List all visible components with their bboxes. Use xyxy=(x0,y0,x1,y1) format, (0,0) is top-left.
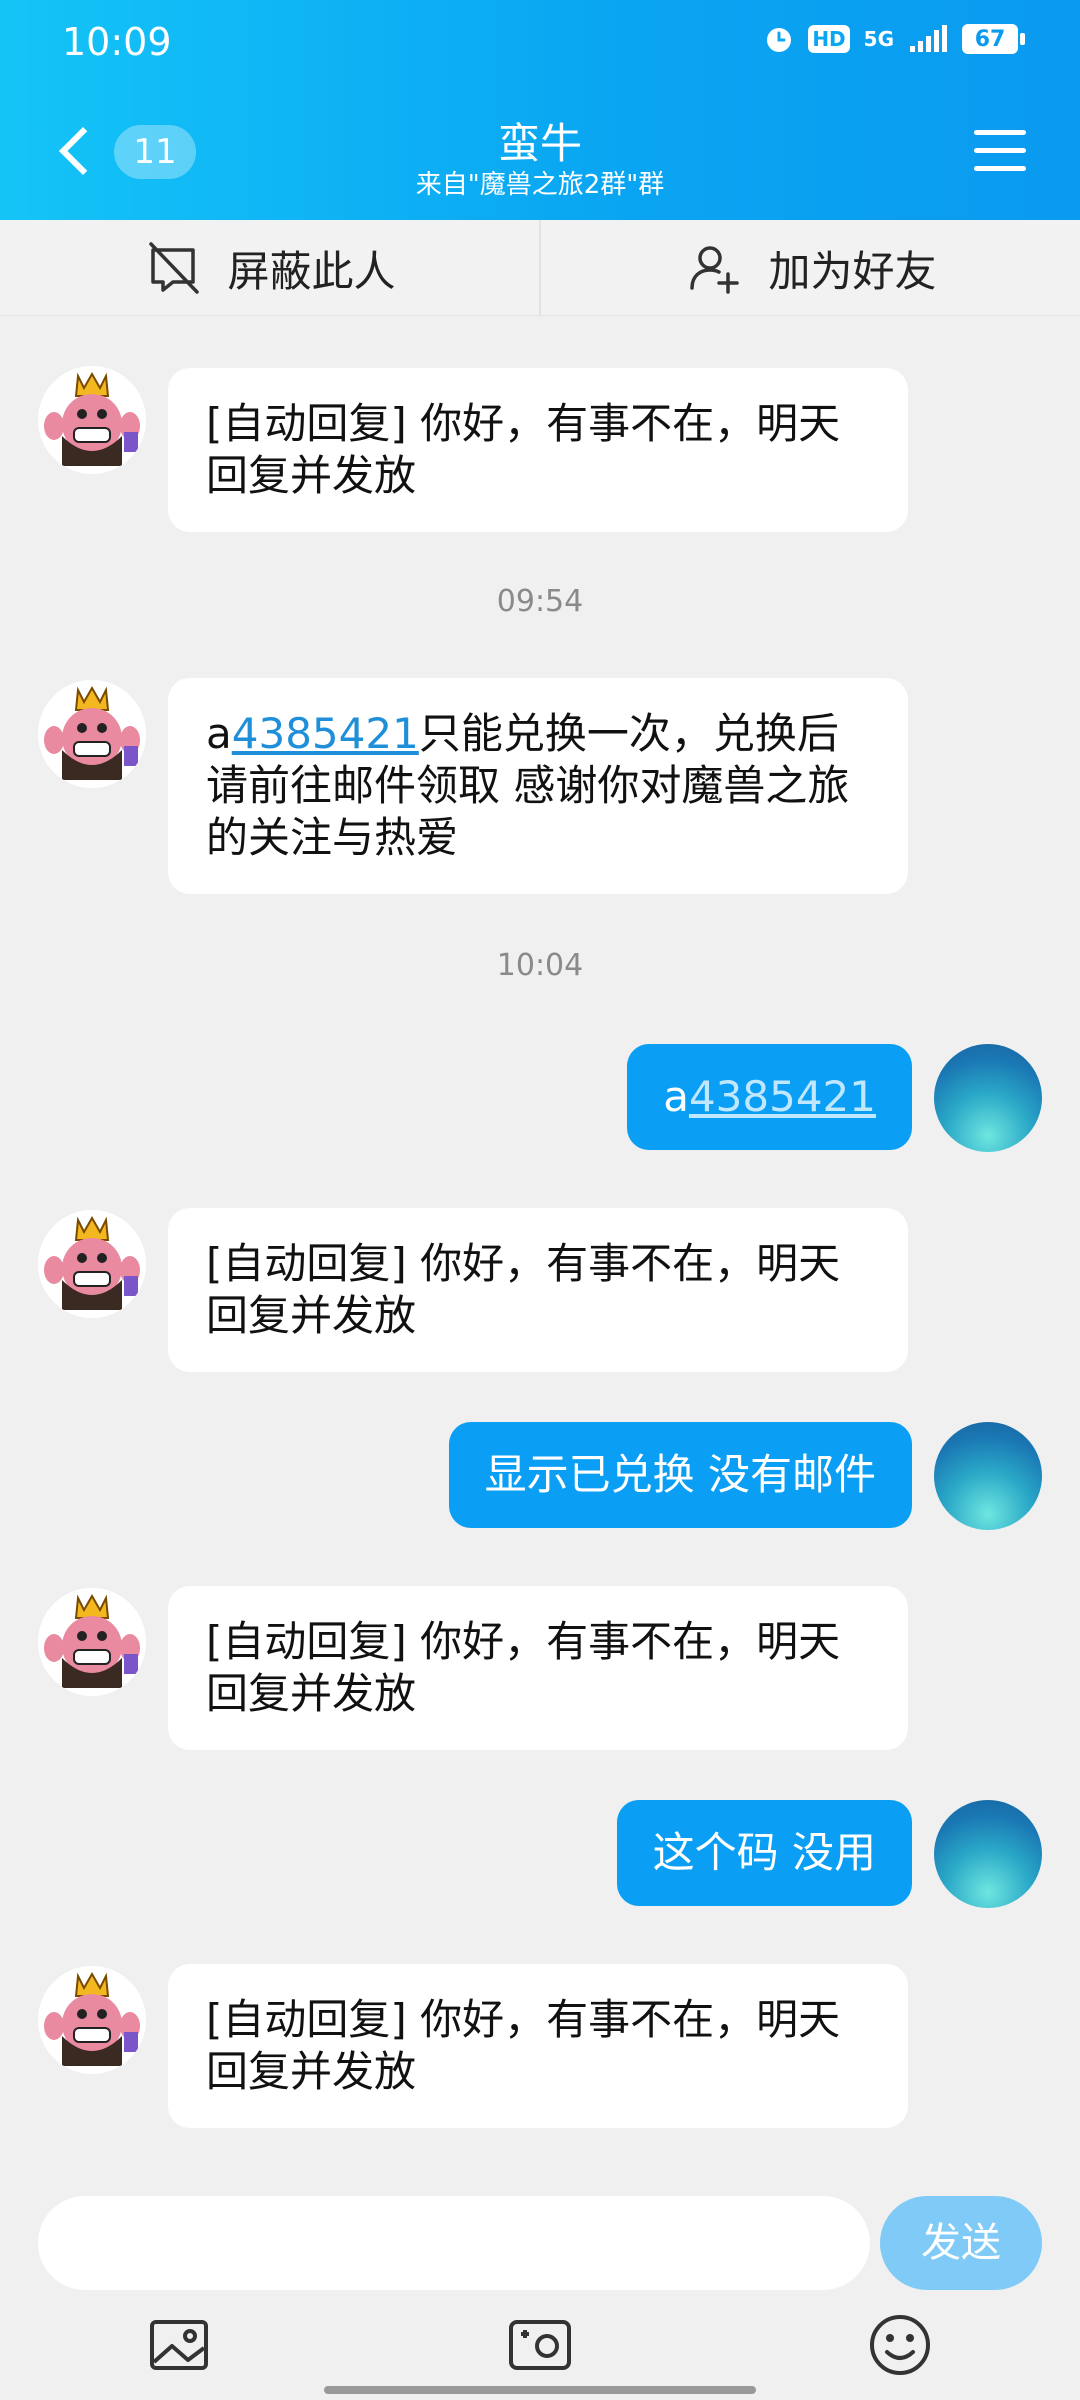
contact-avatar[interactable] xyxy=(38,1210,146,1318)
emoji-icon[interactable] xyxy=(867,2312,933,2378)
hd-icon: HD xyxy=(808,25,850,53)
message-text: [自动回复] 你好，有事不在，明天回复并发放 xyxy=(206,1239,841,1340)
message-timestamp: 10:04 xyxy=(496,948,584,983)
message-list[interactable]: [自动回复] 你好，有事不在，明天回复并发放 09:54 a4385421只能兑… xyxy=(0,316,1080,2170)
battery-indicator: 67 xyxy=(962,24,1025,54)
camera-icon[interactable] xyxy=(507,2312,573,2378)
incoming-message[interactable]: [自动回复] 你好，有事不在，明天回复并发放 xyxy=(168,1586,908,1750)
chat-header: 10:09 HD 5G 67 11 蛮牛 来自"魔兽之旅2群"群 xyxy=(0,0,1080,220)
home-indicator[interactable] xyxy=(324,2386,756,2394)
message-text-prefix: a xyxy=(206,709,232,758)
incoming-message[interactable]: [自动回复] 你好，有事不在，明天回复并发放 xyxy=(168,368,908,532)
block-icon xyxy=(149,242,200,294)
code-link[interactable]: 4385421 xyxy=(689,1072,876,1121)
my-avatar[interactable] xyxy=(934,1044,1042,1152)
my-avatar[interactable] xyxy=(934,1422,1042,1530)
message-text: 这个码 没用 xyxy=(652,1828,876,1877)
alarm-icon xyxy=(767,28,792,52)
message-text-prefix: a xyxy=(663,1072,689,1121)
menu-button[interactable] xyxy=(974,128,1026,174)
contact-avatar[interactable] xyxy=(38,366,146,474)
incoming-message[interactable]: [自动回复] 你好，有事不在，明天回复并发放 xyxy=(168,1964,908,2128)
add-friend-button[interactable]: 加为好友 xyxy=(541,220,1080,316)
block-user-label: 屏蔽此人 xyxy=(227,246,396,296)
king-avatar-icon xyxy=(38,1588,146,1696)
add-friend-label: 加为好友 xyxy=(768,246,937,296)
outgoing-message[interactable]: a4385421 xyxy=(627,1044,912,1150)
king-avatar-icon xyxy=(38,680,146,788)
king-avatar-icon xyxy=(38,366,146,474)
action-bar: 屏蔽此人 加为好友 xyxy=(0,220,1080,316)
block-user-button[interactable]: 屏蔽此人 xyxy=(0,220,539,316)
message-text: [自动回复] 你好，有事不在，明天回复并发放 xyxy=(206,1995,841,2096)
contact-avatar[interactable] xyxy=(38,1966,146,2074)
contact-avatar[interactable] xyxy=(38,680,146,788)
composer: 发送 xyxy=(0,2170,1080,2294)
message-text: 显示已兑换 没有邮件 xyxy=(484,1450,876,1499)
image-icon[interactable] xyxy=(146,2312,212,2378)
message-input[interactable] xyxy=(38,2196,870,2290)
status-icons: HD 5G 67 xyxy=(764,24,1025,54)
outgoing-message[interactable]: 显示已兑换 没有邮件 xyxy=(448,1422,912,1528)
king-avatar-icon xyxy=(38,1966,146,2074)
incoming-message[interactable]: [自动回复] 你好，有事不在，明天回复并发放 xyxy=(168,1208,908,1372)
5g-icon: 5G xyxy=(863,27,894,51)
message-text: [自动回复] 你好，有事不在，明天回复并发放 xyxy=(206,399,841,500)
incoming-message[interactable]: a4385421只能兑换一次，兑换后请前往邮件领取 感谢你对魔兽之旅的关注与热爱 xyxy=(168,678,908,894)
my-avatar[interactable] xyxy=(934,1800,1042,1908)
status-time: 10:09 xyxy=(62,20,172,64)
message-text: [自动回复] 你好，有事不在，明天回复并发放 xyxy=(206,1617,841,1718)
message-timestamp: 09:54 xyxy=(496,584,584,619)
king-avatar-icon xyxy=(38,1210,146,1318)
add-friend-icon xyxy=(690,246,740,294)
chat-subtitle: 来自"魔兽之旅2群"群 xyxy=(415,170,665,200)
chat-title: 蛮牛 xyxy=(497,119,582,168)
code-link[interactable]: 4385421 xyxy=(232,709,419,758)
outgoing-message[interactable]: 这个码 没用 xyxy=(616,1800,912,1906)
send-button[interactable]: 发送 xyxy=(880,2196,1042,2290)
composer-toolbar xyxy=(0,2294,1080,2400)
contact-avatar[interactable] xyxy=(38,1588,146,1696)
signal-icon xyxy=(910,25,947,52)
